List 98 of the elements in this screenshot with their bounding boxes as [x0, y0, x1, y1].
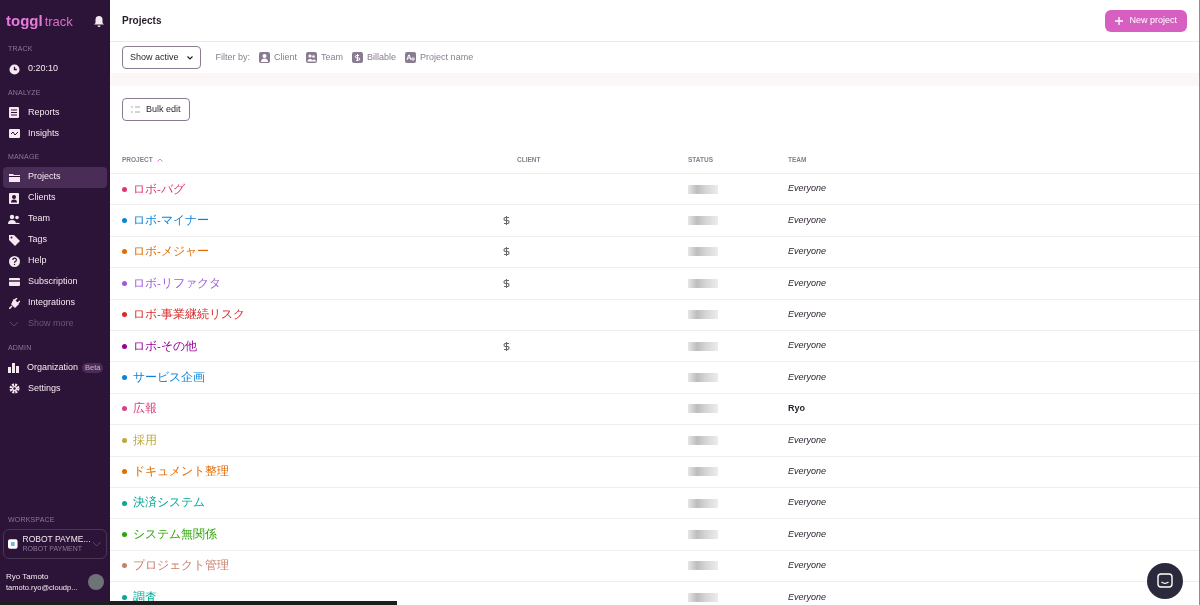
pixelated-status — [688, 341, 718, 351]
document-icon — [9, 107, 19, 118]
chevron-down-icon — [92, 541, 102, 547]
team-name: Everyone — [788, 213, 827, 227]
filter-chip[interactable]: Project name — [405, 50, 474, 65]
nav-item[interactable]: Reports — [3, 102, 107, 123]
bell-icon[interactable] — [94, 15, 104, 27]
project-name[interactable]: ロボ-その他 — [133, 337, 197, 355]
project-row[interactable]: 採用 Everyone — [110, 425, 1199, 457]
project-row[interactable]: ロボ-メジャー Everyone — [110, 236, 1199, 269]
team-name: Everyone — [788, 559, 827, 573]
pixelated-status — [688, 278, 718, 288]
team-name: Everyone — [788, 245, 827, 259]
chat-button[interactable] — [1147, 563, 1183, 599]
plug-icon — [8, 297, 20, 309]
user-name: Ryo Tamoto — [6, 571, 50, 582]
pixelated-status — [688, 592, 718, 602]
team-name: Ryo — [788, 402, 805, 416]
chat-icon — [1157, 573, 1173, 589]
folder-icon — [8, 172, 20, 182]
nav-item[interactable]: 0:20:10 — [3, 58, 107, 80]
filter-chip[interactable]: Billable — [352, 50, 397, 65]
project-name[interactable]: ロボ-メジャー — [133, 243, 209, 261]
team-name: Everyone — [788, 339, 827, 353]
team-name: Everyone — [788, 527, 827, 541]
project-name[interactable]: 広報 — [133, 400, 157, 418]
credit-card-icon — [8, 278, 20, 286]
nav-item[interactable]: Subscription — [3, 271, 107, 293]
pixelated-status — [688, 310, 718, 320]
workspace-logo-icon — [8, 539, 18, 549]
workspace-name: ROBOT PAYME... — [22, 534, 88, 544]
project-row[interactable]: ロボ-その他 Everyone — [110, 330, 1199, 363]
project-name[interactable]: ロボ-バグ — [133, 180, 185, 198]
project-row[interactable]: ロボ-バグ Everyone — [110, 174, 1199, 206]
project-name[interactable]: ロボ-マイナー — [133, 211, 209, 230]
dollar-icon — [352, 52, 364, 63]
pixelated-status — [688, 247, 718, 257]
team-name: Everyone — [788, 370, 827, 384]
nav-item[interactable]: Tags — [3, 229, 107, 251]
team-name: Everyone — [788, 433, 827, 447]
sort-ascending-icon — [156, 158, 163, 162]
pixelated-status — [688, 404, 718, 414]
project-name[interactable]: ドキュメント整理 — [133, 463, 229, 481]
pixelated-status — [688, 373, 718, 383]
avatar[interactable] — [88, 574, 104, 590]
filter-chip[interactable]: Client — [259, 50, 298, 65]
nav-item[interactable]: Settings — [3, 378, 107, 399]
pixelated-status — [688, 467, 718, 477]
project-row[interactable]: ロボ-事業継続リスク Everyone — [110, 299, 1199, 331]
font-icon — [405, 52, 417, 63]
person-card-icon — [259, 52, 271, 63]
plus-icon — [1115, 16, 1124, 25]
team-name: Everyone — [788, 590, 827, 604]
list-icon — [131, 106, 140, 113]
team-name: Everyone — [788, 182, 827, 196]
nav-item[interactable]: Insights — [3, 123, 107, 144]
settings-icon — [8, 383, 20, 394]
pixelated-status — [688, 184, 718, 194]
project-row[interactable]: 広報 Ryo — [110, 393, 1199, 426]
pixelated-status — [688, 530, 718, 539]
pixelated-status — [688, 498, 718, 508]
chart-icon — [8, 129, 20, 138]
bulk-edit-button[interactable]: Bulk edit — [122, 98, 190, 121]
person-card-icon — [9, 192, 19, 204]
project-row[interactable]: ロボ-リファクタ Everyone — [110, 268, 1199, 300]
filter-label: Filter by: — [215, 50, 251, 64]
project-row[interactable]: サービス企画 Everyone — [110, 362, 1199, 394]
team-name: Everyone — [788, 464, 827, 478]
page-title: Projects — [122, 14, 162, 28]
project-row[interactable]: ドキュメント整理 Everyone — [110, 456, 1199, 488]
pixelated-status — [688, 216, 718, 226]
chevron-down-icon — [186, 55, 193, 60]
project-row[interactable]: 決済システム Everyone — [110, 487, 1199, 520]
project-row[interactable]: システム無関係 Everyone — [110, 519, 1199, 551]
team-name: Everyone — [788, 308, 827, 321]
pixelated-status — [688, 561, 718, 571]
project-name[interactable]: サービス企画 — [133, 368, 205, 387]
nav-item[interactable]: Clients — [3, 187, 107, 209]
nav-item[interactable]: Help — [3, 250, 107, 272]
nav-item[interactable]: Integrations — [3, 292, 107, 314]
nav-item[interactable]: Projects — [3, 166, 107, 188]
team-name: Everyone — [788, 276, 827, 290]
project-name[interactable]: ロボ-リファクタ — [133, 274, 221, 292]
project-row[interactable]: ロボ-マイナー Everyone — [110, 205, 1199, 237]
project-name[interactable]: ロボ-事業継続リスク — [133, 306, 245, 324]
help-icon — [8, 255, 20, 267]
nav-item[interactable]: Team — [3, 208, 107, 230]
toggl-track-logo[interactable]: toggl track — [6, 9, 73, 33]
chevron-down-icon — [9, 321, 19, 327]
clock-icon — [8, 63, 20, 75]
people-icon — [8, 214, 20, 224]
team-name: Everyone — [788, 496, 827, 510]
people-icon — [306, 52, 318, 63]
pixelated-status — [688, 435, 718, 445]
tag-icon — [8, 234, 20, 246]
filter-chip[interactable]: Team — [306, 50, 344, 65]
buildings-icon — [8, 362, 19, 373]
show-active-dropdown[interactable]: Show active — [122, 46, 201, 69]
